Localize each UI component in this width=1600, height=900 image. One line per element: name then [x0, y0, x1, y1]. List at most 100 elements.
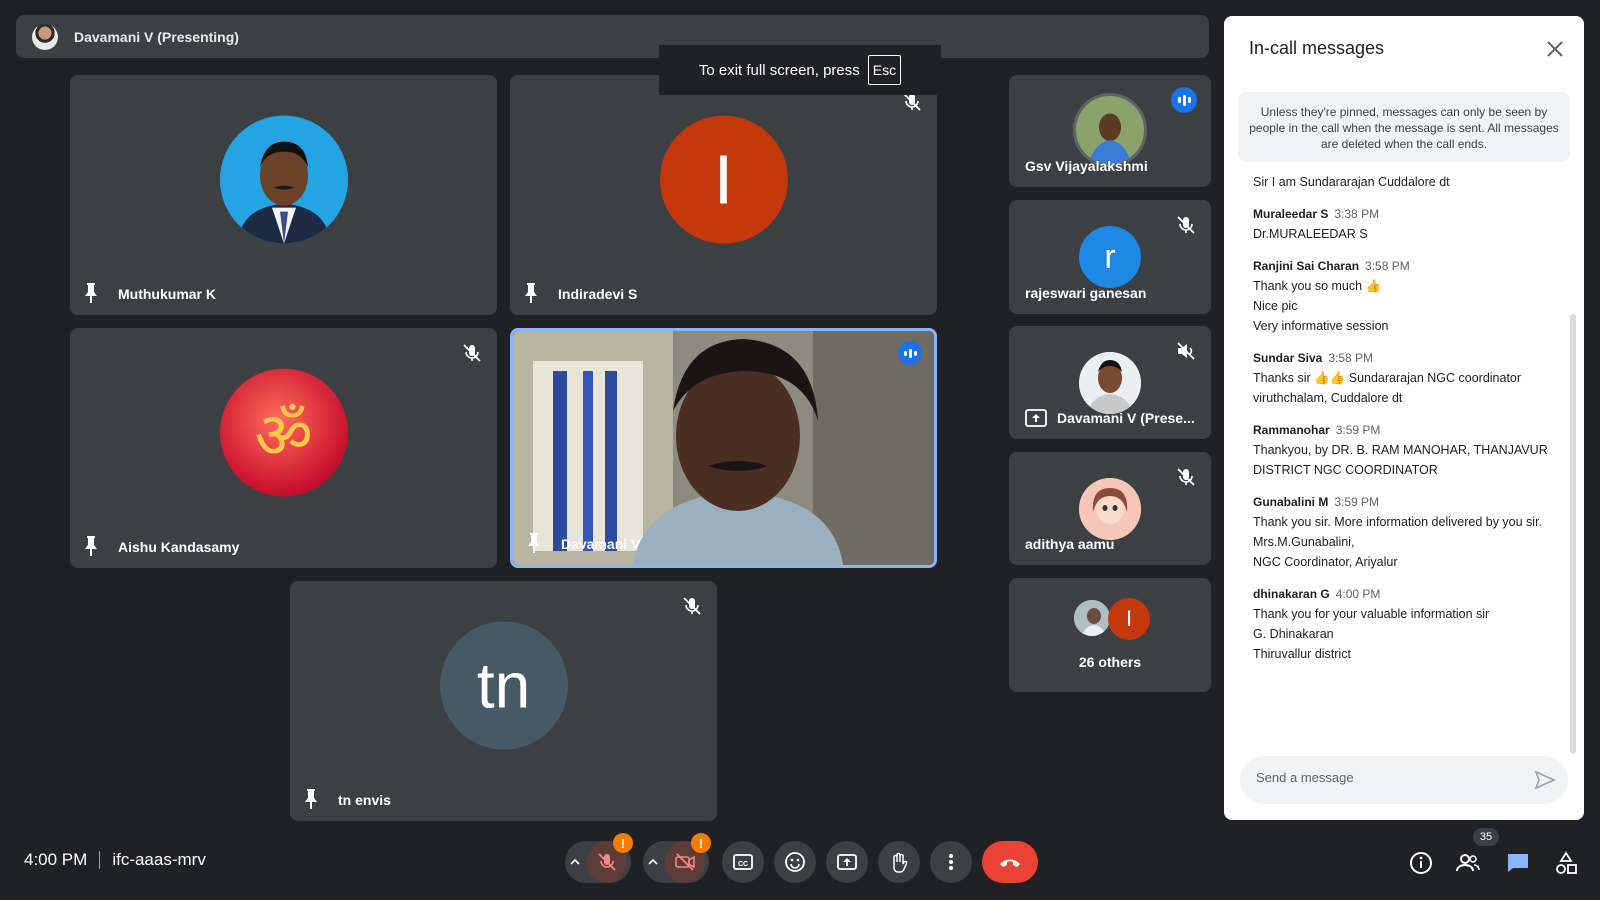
- message-text: G. Dhinakaran: [1253, 627, 1334, 641]
- present-now-button[interactable]: [826, 841, 868, 883]
- avatar-initial: tn: [476, 649, 531, 722]
- message-sender: Sundar Siva: [1253, 351, 1323, 365]
- message-input[interactable]: [1256, 770, 1526, 785]
- chevron-up-icon[interactable]: [647, 856, 659, 868]
- om-symbol: ॐ: [254, 399, 313, 472]
- svg-text:CC: CC: [738, 861, 748, 868]
- pin-icon[interactable]: [302, 788, 320, 810]
- avatar: [1079, 352, 1141, 414]
- meeting-details-icon[interactable]: [1408, 850, 1434, 876]
- message-time: 4:00 PM: [1335, 587, 1381, 601]
- participant-name: rajeswari ganesan: [1025, 285, 1147, 301]
- volume-off-icon: [1177, 342, 1195, 360]
- chat-notice: Unless they're pinned, messages can only…: [1238, 92, 1570, 162]
- more-vert-icon: [949, 854, 953, 870]
- message-sender: Rammanohar: [1253, 423, 1330, 437]
- fullscreen-toast: To exit full screen, press Esc: [659, 45, 941, 95]
- pin-icon[interactable]: [82, 535, 100, 557]
- message-item: Muraleedar S 3:38 PM Dr.MURALEEDAR S: [1253, 204, 1563, 244]
- pin-icon[interactable]: [82, 282, 100, 304]
- participant-name: adithya aamu: [1025, 536, 1115, 552]
- message-text: Thanks sir 👍👍 Sundararajan NGC coordinat…: [1253, 371, 1522, 405]
- message-item: dhinakaran G 4:00 PM Thank you for your v…: [1253, 584, 1563, 664]
- end-call-icon: [1000, 859, 1020, 867]
- message-input-box[interactable]: [1240, 756, 1568, 804]
- avatar: [1073, 93, 1147, 167]
- avatar: I: [659, 115, 788, 244]
- esc-key: Esc: [867, 55, 902, 85]
- speaking-indicator-icon: [1171, 87, 1197, 113]
- emoji-button[interactable]: [774, 841, 816, 883]
- participant-count-badge: 35: [1473, 828, 1499, 846]
- participant-tile-rajeswari[interactable]: r rajeswari ganesan: [1009, 200, 1211, 314]
- close-icon[interactable]: [1544, 38, 1566, 60]
- avatar-initial: I: [713, 140, 734, 219]
- message-sender: dhinakaran G: [1253, 587, 1330, 601]
- chat-icon[interactable]: [1505, 850, 1531, 876]
- present-screen-icon: [837, 854, 857, 870]
- avatar-initial: r: [1104, 237, 1116, 276]
- hand-icon: [893, 852, 908, 873]
- chat-scrollbar[interactable]: [1570, 314, 1576, 754]
- participant-tile-indiradevi[interactable]: I Indiradevi S: [510, 75, 937, 315]
- clock-time: 4:00 PM: [24, 850, 88, 869]
- mic-control-group: !: [565, 833, 633, 883]
- message-text: Nice pic: [1253, 299, 1298, 313]
- message-time: 3:59 PM: [1334, 495, 1380, 509]
- participant-tile-others[interactable]: I 26 others: [1009, 578, 1211, 692]
- participant-tile-gsv[interactable]: Gsv Vijayalakshmi: [1009, 75, 1211, 187]
- more-options-button[interactable]: [930, 841, 972, 883]
- message-item: Sundar Siva 3:58 PM Thanks sir 👍👍 Sundara…: [1253, 348, 1563, 408]
- send-icon[interactable]: [1534, 769, 1556, 791]
- message-item: Rammanohar 3:59 PM Thankyou, by DR. B. RA…: [1253, 420, 1563, 480]
- message-text: Thankyou, by DR. B. RAM MANOHAR, THANJAV…: [1253, 443, 1548, 477]
- leave-call-button[interactable]: [982, 841, 1038, 883]
- avatar: r: [1079, 226, 1141, 288]
- participant-tile-davamani-presenting[interactable]: Davamani V (Prese...: [1009, 326, 1211, 439]
- message-time: 3:38 PM: [1334, 207, 1380, 221]
- mic-off-icon: [683, 597, 701, 615]
- others-avatar-photo: [1072, 598, 1112, 638]
- meeting-code: ifc-aaas-mrv: [112, 850, 206, 869]
- camera-toggle-button[interactable]: !: [665, 833, 711, 883]
- captions-icon: CC: [733, 854, 753, 870]
- participant-name: Aishu Kandasamy: [118, 539, 240, 555]
- activities-icon[interactable]: [1553, 850, 1579, 876]
- participant-name: Indiradevi S: [558, 286, 638, 302]
- avatar: tn: [439, 621, 568, 750]
- divider: [99, 851, 101, 869]
- participant-tile-aishu[interactable]: ॐ Aishu Kandasamy: [70, 328, 497, 568]
- participant-name: Muthukumar K: [118, 286, 216, 302]
- mic-off-icon: [463, 344, 481, 362]
- others-avatar-initial: I: [1108, 598, 1150, 640]
- warning-badge: !: [691, 833, 711, 853]
- others-label: 26 others: [1078, 654, 1142, 670]
- people-icon[interactable]: [1455, 850, 1481, 876]
- participant-tile-davamani-video[interactable]: Davamani V: [510, 328, 937, 568]
- meeting-info: 4:00 PM ifc-aaas-mrv: [24, 850, 206, 870]
- participant-tile-muthukumar[interactable]: Muthukumar K: [70, 75, 497, 315]
- mic-off-icon: [1177, 468, 1195, 486]
- message-item: Gunabalini M 3:59 PM Thank you sir. More …: [1253, 492, 1563, 572]
- in-call-messages-panel: In-call messages Unless they're pinned, …: [1224, 16, 1584, 820]
- participant-tile-adithya[interactable]: adithya aamu: [1009, 452, 1211, 565]
- mic-toggle-button[interactable]: !: [587, 833, 633, 883]
- mic-off-icon: [598, 853, 616, 871]
- message-text: NGC Coordinator, Ariyalur: [1253, 555, 1398, 569]
- message-sender: Muraleedar S: [1253, 207, 1329, 221]
- avatar: ॐ: [219, 368, 348, 497]
- presenter-title: Davamani V (Presenting): [74, 28, 239, 45]
- captions-button[interactable]: CC: [722, 841, 764, 883]
- message-sender: Ranjini Sai Charan: [1253, 259, 1360, 273]
- message-time: 3:58 PM: [1328, 351, 1374, 365]
- message-list[interactable]: Sir I am Sundararajan Cuddalore dt Mural…: [1253, 170, 1563, 742]
- raise-hand-button[interactable]: [878, 841, 920, 883]
- presenter-avatar: [32, 23, 58, 50]
- participant-tile-tn-envis[interactable]: tn tn envis: [290, 581, 717, 821]
- avatar: [219, 115, 348, 244]
- panel-title: In-call messages: [1249, 38, 1385, 58]
- chevron-up-icon[interactable]: [569, 856, 581, 868]
- pin-icon[interactable]: [525, 532, 543, 554]
- message-text: Thank you so much 👍: [1253, 279, 1382, 293]
- pin-icon[interactable]: [522, 282, 540, 304]
